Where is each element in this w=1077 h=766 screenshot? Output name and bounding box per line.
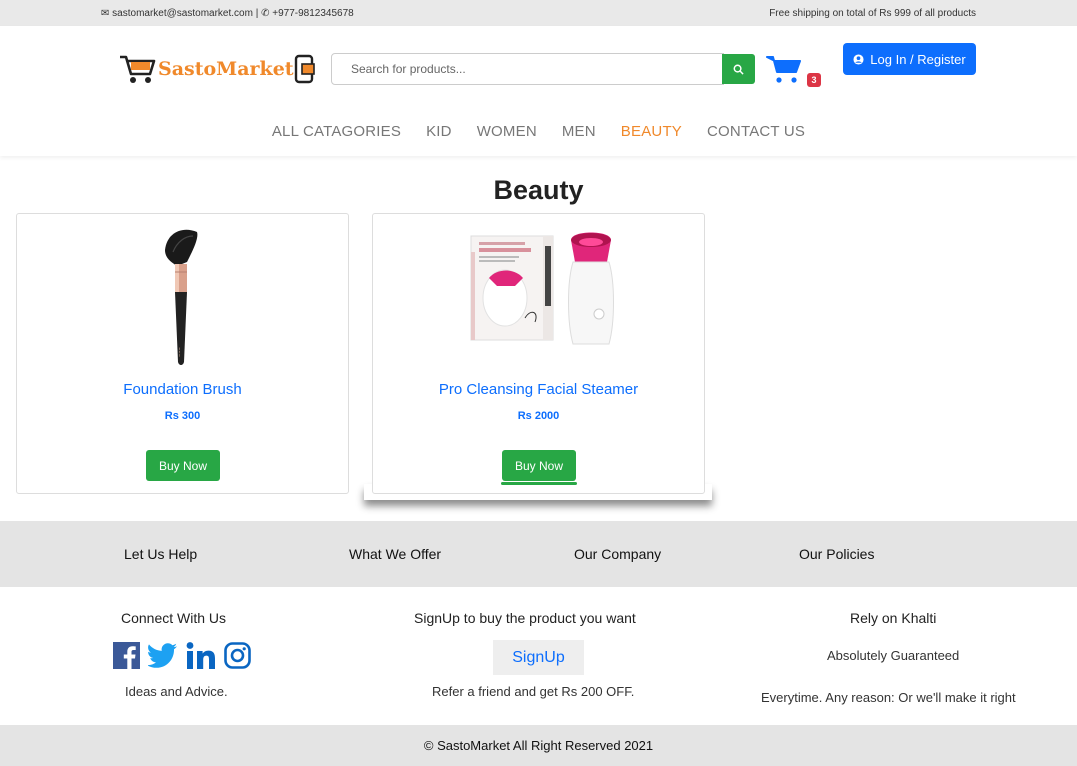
login-register-button[interactable]: Log In / Register	[843, 43, 976, 75]
contact-info: ✉ sastomarket@sastomarket.com | ✆ +977-9…	[101, 8, 354, 19]
signup-title: SignUp to buy the product you want	[414, 610, 636, 626]
nav-kid[interactable]: KID	[414, 123, 465, 140]
mail-icon: ✉	[101, 8, 110, 19]
contact-email[interactable]: sastomarket@sastomarket.com	[112, 8, 253, 19]
signup-button[interactable]: SignUp	[493, 640, 584, 675]
cart-icon	[766, 56, 801, 83]
connect-text: Ideas and Advice.	[125, 684, 228, 699]
connect-title: Connect With Us	[121, 610, 227, 626]
social-links	[113, 642, 251, 669]
khalti-promise: Everytime. Any reason: Or we'll make it …	[761, 690, 1016, 705]
cart-button[interactable]: 3	[766, 54, 822, 88]
product-card: ~~~ Foundation Brush Rs 300 Buy Now	[16, 213, 349, 494]
product-price: Rs 2000	[517, 410, 560, 422]
signup-text: Refer a friend and get Rs 200 OFF.	[432, 684, 635, 699]
contact-phone[interactable]: +977-9812345678	[272, 8, 353, 19]
search-bar	[331, 53, 755, 85]
linkedin-icon[interactable]	[186, 642, 216, 669]
main-nav: ALL CATAGORIES KID WOMEN MEN BEAUTY CONT…	[0, 123, 1077, 140]
product-name[interactable]: Pro Cleansing Facial Steamer	[373, 381, 704, 398]
contact-separator: |	[252, 8, 262, 19]
cart-logo-icon	[120, 55, 156, 83]
shipping-notice: Free shipping on total of Rs 999 of all …	[769, 8, 976, 19]
product-name[interactable]: Foundation Brush	[17, 381, 348, 398]
khalti-guarantee: Absolutely Guaranteed	[827, 648, 960, 663]
product-price: Rs 300	[164, 410, 201, 422]
foundation-brush-image: ~~~	[164, 229, 197, 365]
footer-link-let-us-help[interactable]: Let Us Help	[124, 546, 197, 562]
site-header: SastoMarket 3 Log In / Register	[0, 26, 1077, 156]
mobile-logo-icon	[294, 54, 315, 84]
product-card: Pro Cleansing Facial Steamer Rs 2000 Buy…	[372, 213, 705, 494]
login-label: Log In / Register	[870, 51, 966, 67]
cart-count-badge: 3	[807, 73, 821, 87]
footer-link-what-we-offer[interactable]: What We Offer	[349, 546, 441, 562]
top-info-bar: ✉ sastomarket@sastomarket.com | ✆ +977-9…	[0, 0, 1077, 26]
nav-contact-us[interactable]: CONTACT US	[695, 123, 818, 140]
footer-link-our-policies[interactable]: Our Policies	[799, 546, 874, 562]
copyright-bar: © SastoMarket All Right Reserved 2021	[0, 725, 1077, 766]
hover-underline	[501, 482, 577, 485]
site-logo[interactable]: SastoMarket	[118, 52, 316, 86]
twitter-icon[interactable]	[148, 642, 178, 669]
khalti-title: Rely on Khalti	[850, 610, 937, 626]
footer-link-our-company[interactable]: Our Company	[574, 546, 661, 562]
search-input[interactable]	[331, 53, 724, 85]
page-title: Beauty	[493, 175, 584, 205]
search-button[interactable]	[722, 54, 755, 84]
svg-text:~~~: ~~~	[177, 347, 182, 357]
product-image[interactable]: ~~~	[17, 222, 348, 372]
nav-women[interactable]: WOMEN	[464, 123, 549, 140]
facebook-icon[interactable]	[113, 642, 140, 669]
footer-main: Connect With Us Ideas and Advice. SignUp…	[0, 587, 1077, 725]
nav-men[interactable]: MEN	[549, 123, 608, 140]
facial-steamer-image	[470, 232, 614, 345]
logo-text: SastoMarket	[158, 58, 294, 80]
footer-links-bar: Let Us Help What We Offer Our Company Ou…	[0, 521, 1077, 587]
phone-icon: ✆	[261, 8, 270, 19]
user-icon	[853, 53, 864, 65]
nav-all-categories[interactable]: ALL CATAGORIES	[259, 123, 413, 140]
search-icon	[733, 64, 744, 75]
instagram-icon[interactable]	[224, 642, 251, 669]
buy-now-button[interactable]: Buy Now	[146, 450, 220, 481]
product-image[interactable]	[373, 222, 704, 372]
buy-now-button[interactable]: Buy Now	[502, 450, 576, 481]
nav-beauty[interactable]: BEAUTY	[608, 123, 694, 140]
